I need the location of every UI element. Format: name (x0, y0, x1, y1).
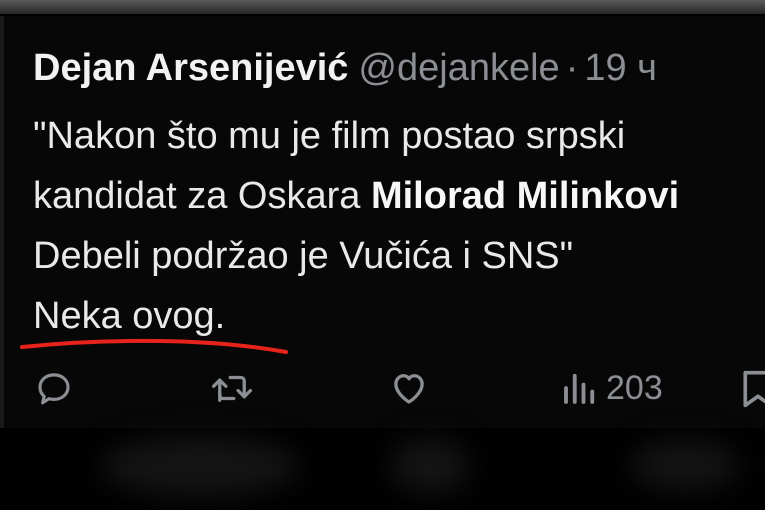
tweet-header: Dejan Arsenijević @dejankele · 19 ч (33, 46, 657, 90)
retweet-button[interactable] (209, 367, 255, 409)
views-count: 203 (606, 368, 663, 407)
tweet-text-line-1: "Nakon što mu je film postao srpski (33, 115, 626, 157)
like-button[interactable] (388, 367, 430, 409)
views-icon (564, 373, 595, 404)
blur-blob (100, 436, 300, 496)
top-strip (0, 0, 765, 14)
views-button[interactable]: 203 (560, 367, 663, 409)
blur-blob (390, 438, 470, 493)
separator-dot: · (565, 47, 579, 89)
tweet-text: "Nakon što mu je film postao srpski kand… (33, 106, 765, 346)
blur-blob (630, 440, 740, 490)
tweet-text-line-3: Debeli podržao je Vučića i SNS" (33, 235, 574, 277)
bottom-blurred-area (0, 428, 765, 510)
reply-button[interactable] (33, 367, 75, 409)
tweet-time[interactable]: 19 ч (584, 47, 657, 89)
red-underline-annotation (20, 338, 288, 354)
tweet-text-line-2: kandidat za Oskara Milorad Milinkovi (33, 166, 765, 226)
author-name[interactable]: Dejan Arsenijević (33, 47, 348, 89)
bookmark-button[interactable] (738, 367, 765, 411)
like-icon (394, 374, 424, 404)
author-handle[interactable]: @dejankele (358, 47, 559, 89)
retweet-icon (211, 375, 253, 402)
bookmark-icon (743, 370, 765, 408)
tweet-text-line-2-plain: kandidat za Oskara (33, 175, 371, 217)
reply-icon (38, 373, 70, 405)
tweet-actions: 203 (0, 360, 765, 420)
tweet-text-bold-name: Milorad Milinkovi (370, 175, 680, 217)
